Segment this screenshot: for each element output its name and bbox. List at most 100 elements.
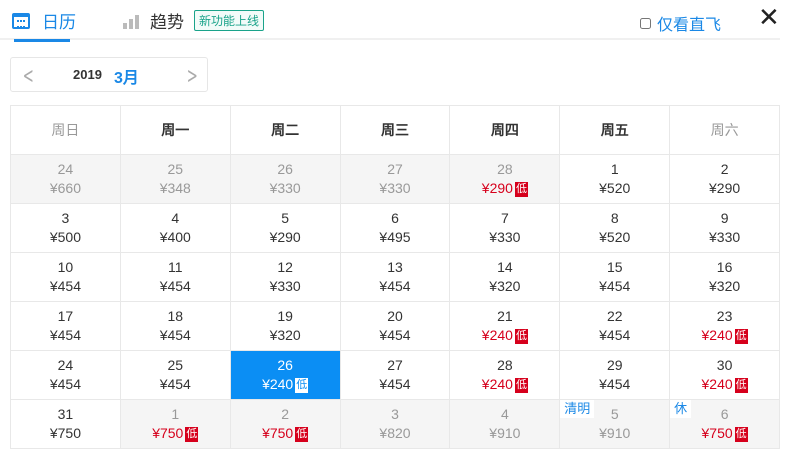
calendar-day-cell[interactable]: 9 ¥330 bbox=[670, 204, 781, 253]
calendar-day-cell[interactable]: 28 ¥290 低 bbox=[450, 155, 561, 204]
day-number: 10 bbox=[57, 259, 74, 275]
calendar-day-cell[interactable]: 13 ¥454 bbox=[340, 253, 451, 302]
tab-calendar[interactable]: 日历 bbox=[12, 8, 76, 42]
day-number: 4 bbox=[171, 210, 180, 226]
calendar-day-cell[interactable]: 1 ¥520 bbox=[560, 155, 671, 204]
lowest-price-badge: 低 bbox=[514, 329, 528, 344]
calendar-day-cell[interactable]: 19 ¥320 bbox=[230, 302, 341, 351]
calendar-day-cell[interactable]: 2 ¥290 bbox=[670, 155, 781, 204]
calendar-day-cell[interactable]: 24 ¥660 bbox=[11, 155, 121, 204]
calendar-day-cell[interactable]: 5 ¥290 bbox=[230, 204, 341, 253]
calendar-day-cell[interactable]: 26 ¥330 bbox=[230, 155, 341, 204]
calendar-day-cell[interactable]: 17 ¥454 bbox=[11, 302, 121, 351]
day-number: 13 bbox=[387, 259, 403, 275]
calendar-day-cell[interactable]: 29 ¥454 bbox=[560, 351, 671, 400]
day-number: 28 bbox=[497, 357, 513, 373]
calendar-day-cell[interactable]: 22 ¥454 bbox=[560, 302, 671, 351]
tab-trend-label: 趋势 bbox=[150, 13, 184, 32]
calendar-day-cell[interactable]: 30 ¥240 低 bbox=[670, 351, 781, 400]
tab-trend[interactable]: 趋势 新功能上线 bbox=[122, 8, 265, 33]
calendar-grid: 周日 周一 周二 周三 周四 周五 周六 24 ¥660 25 ¥348 26 ¥330 27 ¥330 2… bbox=[10, 105, 781, 449]
calendar-day-cell[interactable]: 14 ¥320 bbox=[450, 253, 561, 302]
day-price: ¥348 bbox=[159, 180, 191, 196]
month-navigator: < 2019 3月 > bbox=[10, 57, 208, 92]
day-price: ¥454 bbox=[599, 278, 631, 294]
calendar-day-cell[interactable]: 16 ¥320 bbox=[670, 253, 781, 302]
day-price: ¥330 bbox=[489, 229, 521, 245]
calendar-week-row: 17 ¥454 18 ¥454 19 ¥320 20 ¥454 21 ¥240 低 22 ¥454 23 ¥… bbox=[11, 302, 781, 351]
calendar-day-cell[interactable]: 10 ¥454 bbox=[11, 253, 121, 302]
day-price: ¥454 bbox=[49, 376, 81, 392]
weekday-header: 周日 周一 周二 周三 周四 周五 周六 bbox=[11, 106, 781, 155]
day-price: ¥400 bbox=[159, 229, 191, 245]
calendar-day-cell[interactable]: 23 ¥240 低 bbox=[670, 302, 781, 351]
lowest-price-badge: 低 bbox=[295, 427, 309, 442]
calendar-day-cell[interactable]: 11 ¥454 bbox=[120, 253, 231, 302]
calendar-day-cell[interactable]: 21 ¥240 低 bbox=[450, 302, 561, 351]
direct-only-checkbox[interactable] bbox=[640, 17, 651, 29]
day-price: ¥240 bbox=[262, 376, 294, 392]
day-price: ¥454 bbox=[49, 327, 81, 343]
calendar-day-cell[interactable]: 31 ¥750 bbox=[11, 400, 121, 449]
lowest-price-badge: 低 bbox=[734, 378, 748, 393]
calendar-day-cell[interactable]: 27 ¥454 bbox=[340, 351, 451, 400]
calendar-day-cell[interactable]: 15 ¥454 bbox=[560, 253, 671, 302]
day-price: ¥750 bbox=[152, 425, 184, 441]
calendar-day-cell[interactable]: 4 ¥910 bbox=[450, 400, 561, 449]
calendar-day-cell[interactable]: 25 ¥454 bbox=[120, 351, 231, 400]
day-price: ¥330 bbox=[269, 278, 301, 294]
day-price: ¥910 bbox=[599, 425, 631, 441]
calendar-day-cell[interactable]: 27 ¥330 bbox=[340, 155, 451, 204]
calendar-day-cell[interactable]: 1 ¥750 低 bbox=[120, 400, 231, 449]
prev-month-button[interactable]: < bbox=[23, 64, 34, 89]
calendar-day-cell[interactable]: 8 ¥520 bbox=[560, 204, 671, 253]
calendar-day-cell[interactable]: 25 ¥348 bbox=[120, 155, 231, 204]
direct-only-toggle[interactable]: 仅看直飞 bbox=[640, 11, 721, 35]
calendar-day-cell[interactable]: 3 ¥820 bbox=[340, 400, 451, 449]
day-number: 2 bbox=[720, 161, 729, 177]
calendar-week-row: 24 ¥660 25 ¥348 26 ¥330 27 ¥330 28 ¥290 低 1 ¥520 2 ¥29… bbox=[11, 155, 781, 204]
calendar-day-cell[interactable]: 清明 5 ¥910 bbox=[560, 400, 671, 449]
day-price: ¥454 bbox=[599, 327, 631, 343]
calendar-day-cell[interactable]: 6 ¥495 bbox=[340, 204, 451, 253]
lowest-price-badge: 低 bbox=[295, 378, 309, 393]
day-price: ¥330 bbox=[379, 180, 411, 196]
tab-calendar-label: 日历 bbox=[42, 13, 76, 32]
calendar-day-cell[interactable]: 12 ¥330 bbox=[230, 253, 341, 302]
day-number: 25 bbox=[167, 357, 184, 373]
weekday-header-cell: 周一 bbox=[120, 106, 231, 155]
day-price: ¥910 bbox=[489, 425, 521, 441]
day-number: 2 bbox=[281, 406, 290, 422]
weekday-header-cell: 周日 bbox=[11, 106, 121, 155]
calendar-day-cell[interactable]: 18 ¥454 bbox=[120, 302, 231, 351]
calendar-day-cell[interactable]: 4 ¥400 bbox=[120, 204, 231, 253]
day-number: 15 bbox=[606, 259, 623, 275]
calendar-day-cell[interactable]: 20 ¥454 bbox=[340, 302, 451, 351]
weekday-header-cell: 周四 bbox=[450, 106, 561, 155]
day-number: 3 bbox=[391, 406, 399, 422]
day-number: 22 bbox=[606, 308, 623, 324]
new-feature-badge: 新功能上线 bbox=[194, 10, 265, 31]
day-price: ¥320 bbox=[489, 278, 521, 294]
calendar-week-row: 10 ¥454 11 ¥454 12 ¥330 13 ¥454 14 ¥320 15 ¥454 16 ¥3… bbox=[11, 253, 781, 302]
calendar-day-cell-selected[interactable]: 26 ¥240 低 bbox=[230, 351, 341, 400]
calendar-day-cell[interactable]: 2 ¥750 低 bbox=[230, 400, 341, 449]
day-price: ¥320 bbox=[269, 327, 301, 343]
next-month-button[interactable]: > bbox=[187, 64, 198, 89]
weekday-header-cell: 周六 bbox=[670, 106, 781, 155]
day-number: 24 bbox=[57, 161, 74, 177]
calendar-day-cell[interactable]: 7 ¥330 bbox=[450, 204, 561, 253]
day-number: 16 bbox=[716, 259, 733, 275]
day-number: 28 bbox=[497, 161, 513, 177]
calendar-day-cell[interactable]: 28 ¥240 低 bbox=[450, 351, 561, 400]
calendar-day-cell[interactable]: 24 ¥454 bbox=[11, 351, 121, 400]
weekday-header-cell: 周五 bbox=[560, 106, 671, 155]
day-price: ¥290 bbox=[269, 229, 301, 245]
close-button[interactable]: ✕ bbox=[758, 4, 780, 30]
calendar-week-row: 31 ¥750 1 ¥750 低 2 ¥750 低 3 ¥820 4 ¥910 清明 5 ¥910 休 6 ¥75… bbox=[11, 400, 781, 449]
day-number: 17 bbox=[57, 308, 74, 324]
calendar-week-row: 3 ¥500 4 ¥400 5 ¥290 6 ¥495 7 ¥330 8 ¥520 9 ¥330 bbox=[11, 204, 781, 253]
lowest-price-badge: 低 bbox=[514, 182, 528, 197]
calendar-day-cell[interactable]: 3 ¥500 bbox=[11, 204, 121, 253]
calendar-day-cell[interactable]: 休 6 ¥750 低 bbox=[670, 400, 781, 449]
